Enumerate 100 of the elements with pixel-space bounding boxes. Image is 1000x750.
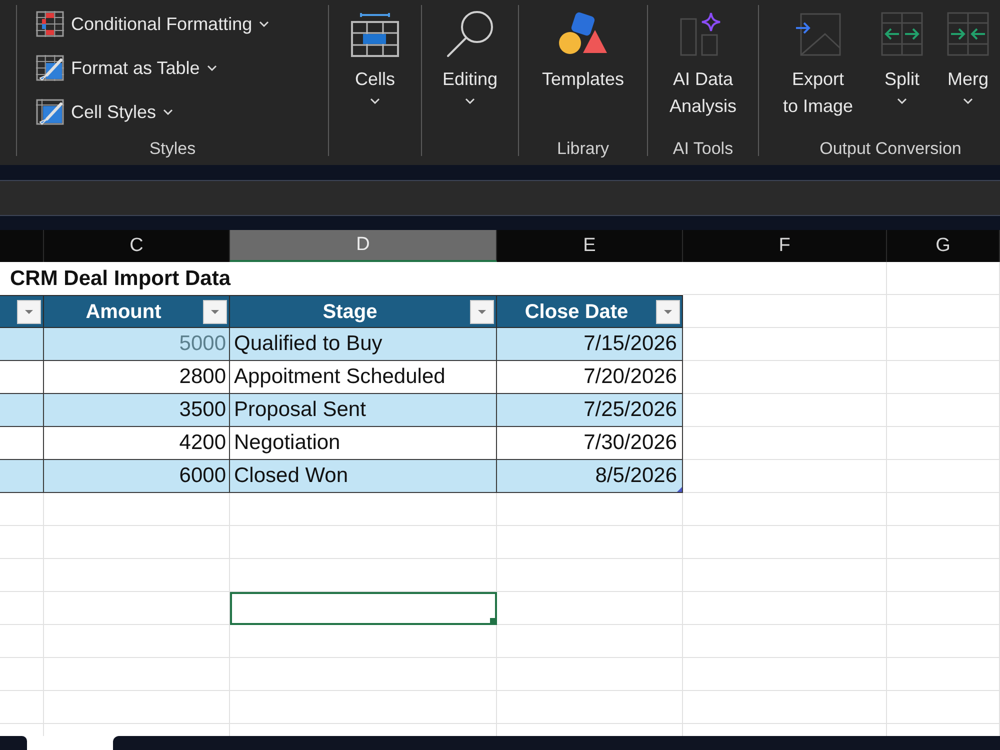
grid-cell[interactable] xyxy=(497,691,683,724)
ribbon-button[interactable]: Merg xyxy=(936,0,1000,136)
grid-cell[interactable] xyxy=(683,592,887,625)
table-cell: 2800 xyxy=(44,361,230,394)
column-heading: Stage xyxy=(322,300,378,324)
grid-cell[interactable] xyxy=(0,493,44,526)
table-cell: 7/20/2026 xyxy=(497,361,683,394)
grid-cell[interactable] xyxy=(887,658,1000,691)
grid-cell[interactable] xyxy=(683,262,887,295)
table-grid-icon xyxy=(351,11,399,57)
ribbon-button[interactable]: AI Data Analysis xyxy=(648,0,758,136)
grid-cell[interactable] xyxy=(230,526,497,559)
grid-cell[interactable] xyxy=(44,691,230,724)
column-header[interactable]: E xyxy=(497,230,683,262)
grid-cell[interactable] xyxy=(887,394,1000,427)
grid-cell[interactable] xyxy=(683,460,887,493)
grid-cell[interactable] xyxy=(497,625,683,658)
grid-cell[interactable] xyxy=(0,559,44,592)
column-heading: Close Date xyxy=(524,300,630,324)
ribbon-button[interactable]: Conditional Formatting xyxy=(36,10,270,38)
grid-cell[interactable] xyxy=(44,625,230,658)
grid-cell[interactable] xyxy=(497,658,683,691)
grid-cell[interactable] xyxy=(0,658,44,691)
table-cell: 3500 xyxy=(44,394,230,427)
filter-dropdown-button[interactable] xyxy=(656,300,680,324)
ribbon-button[interactable]: Templates xyxy=(519,0,647,136)
grid-cell[interactable] xyxy=(230,658,497,691)
resize-handle-icon[interactable] xyxy=(677,487,682,492)
conditional-format-icon xyxy=(36,11,64,37)
grid-cell[interactable] xyxy=(0,592,44,625)
grid-cell[interactable] xyxy=(887,328,1000,361)
cell-brush-icon xyxy=(36,99,64,125)
grid-cell[interactable] xyxy=(44,526,230,559)
grid-cell[interactable] xyxy=(887,559,1000,592)
grid-cell[interactable] xyxy=(0,691,44,724)
filter-dropdown-button[interactable] xyxy=(203,300,227,324)
grid-cell[interactable] xyxy=(230,559,497,592)
grid-cell[interactable] xyxy=(683,658,887,691)
grid-cell[interactable] xyxy=(683,493,887,526)
grid-cell[interactable] xyxy=(230,691,497,724)
ribbon-button[interactable]: Editing xyxy=(422,0,518,136)
table-cell xyxy=(0,361,44,394)
grid-cell[interactable] xyxy=(683,361,887,394)
selected-cell[interactable] xyxy=(230,592,497,625)
grid-cell[interactable] xyxy=(887,427,1000,460)
grid-cell[interactable] xyxy=(887,361,1000,394)
grid-cell[interactable] xyxy=(0,526,44,559)
grid-cell[interactable] xyxy=(887,262,1000,295)
grid-cell[interactable] xyxy=(44,658,230,691)
grid-cell[interactable] xyxy=(887,625,1000,658)
table-cell xyxy=(0,460,44,493)
grid-cell[interactable] xyxy=(887,493,1000,526)
grid-cell[interactable] xyxy=(887,691,1000,724)
table-cell: 7/30/2026 xyxy=(497,427,683,460)
table-cell: 6000 xyxy=(44,460,230,493)
ribbon-button[interactable]: Cell Styles xyxy=(36,98,174,126)
grid-cell[interactable] xyxy=(497,526,683,559)
grid-cell[interactable] xyxy=(887,592,1000,625)
grid-cell[interactable] xyxy=(44,559,230,592)
search-icon xyxy=(445,9,495,59)
ribbon-button[interactable]: Format as Table xyxy=(36,54,217,82)
table-cell: 4200 xyxy=(44,427,230,460)
column-header[interactable]: D xyxy=(230,230,497,262)
grid-cell[interactable] xyxy=(497,493,683,526)
grid-cell[interactable] xyxy=(683,295,887,328)
grid-cell[interactable] xyxy=(230,625,497,658)
ribbon-button[interactable]: Cells xyxy=(329,0,421,136)
caret-icon xyxy=(664,310,672,314)
grid-cell[interactable] xyxy=(887,526,1000,559)
grid-cell[interactable] xyxy=(497,592,683,625)
grid-cell[interactable] xyxy=(683,559,887,592)
grid-cell[interactable] xyxy=(887,460,1000,493)
image-arrow-icon xyxy=(795,12,841,56)
grid-cell[interactable] xyxy=(683,526,887,559)
filter-dropdown-button[interactable] xyxy=(470,300,494,324)
grid-cell[interactable] xyxy=(683,394,887,427)
grid-cell[interactable] xyxy=(497,559,683,592)
formula-bar-field[interactable] xyxy=(0,180,1000,216)
merge-arrows-icon xyxy=(947,12,989,56)
sheet-title: CRM Deal Import Data xyxy=(10,266,231,292)
column-header[interactable]: F xyxy=(683,230,887,262)
grid-cell[interactable] xyxy=(887,295,1000,328)
ribbon-button[interactable]: Split xyxy=(868,0,936,136)
grid-cell[interactable] xyxy=(44,493,230,526)
split-arrows-icon xyxy=(881,12,923,56)
grid-cell[interactable] xyxy=(683,691,887,724)
ribbon-button[interactable]: Export to Image xyxy=(768,0,868,136)
grid-cell[interactable] xyxy=(683,328,887,361)
grid-cell[interactable] xyxy=(0,625,44,658)
table-cell: Negotiation xyxy=(230,427,497,460)
filter-dropdown-button[interactable] xyxy=(17,300,41,324)
table-cell: 8/5/2026 xyxy=(497,460,683,493)
grid-cell[interactable] xyxy=(683,427,887,460)
group-label: Library xyxy=(557,138,609,160)
grid-cell[interactable] xyxy=(44,592,230,625)
table-cell xyxy=(0,394,44,427)
column-header[interactable]: G xyxy=(887,230,1000,262)
grid-cell[interactable] xyxy=(230,493,497,526)
grid-cell[interactable] xyxy=(683,625,887,658)
table-cell xyxy=(0,427,44,460)
